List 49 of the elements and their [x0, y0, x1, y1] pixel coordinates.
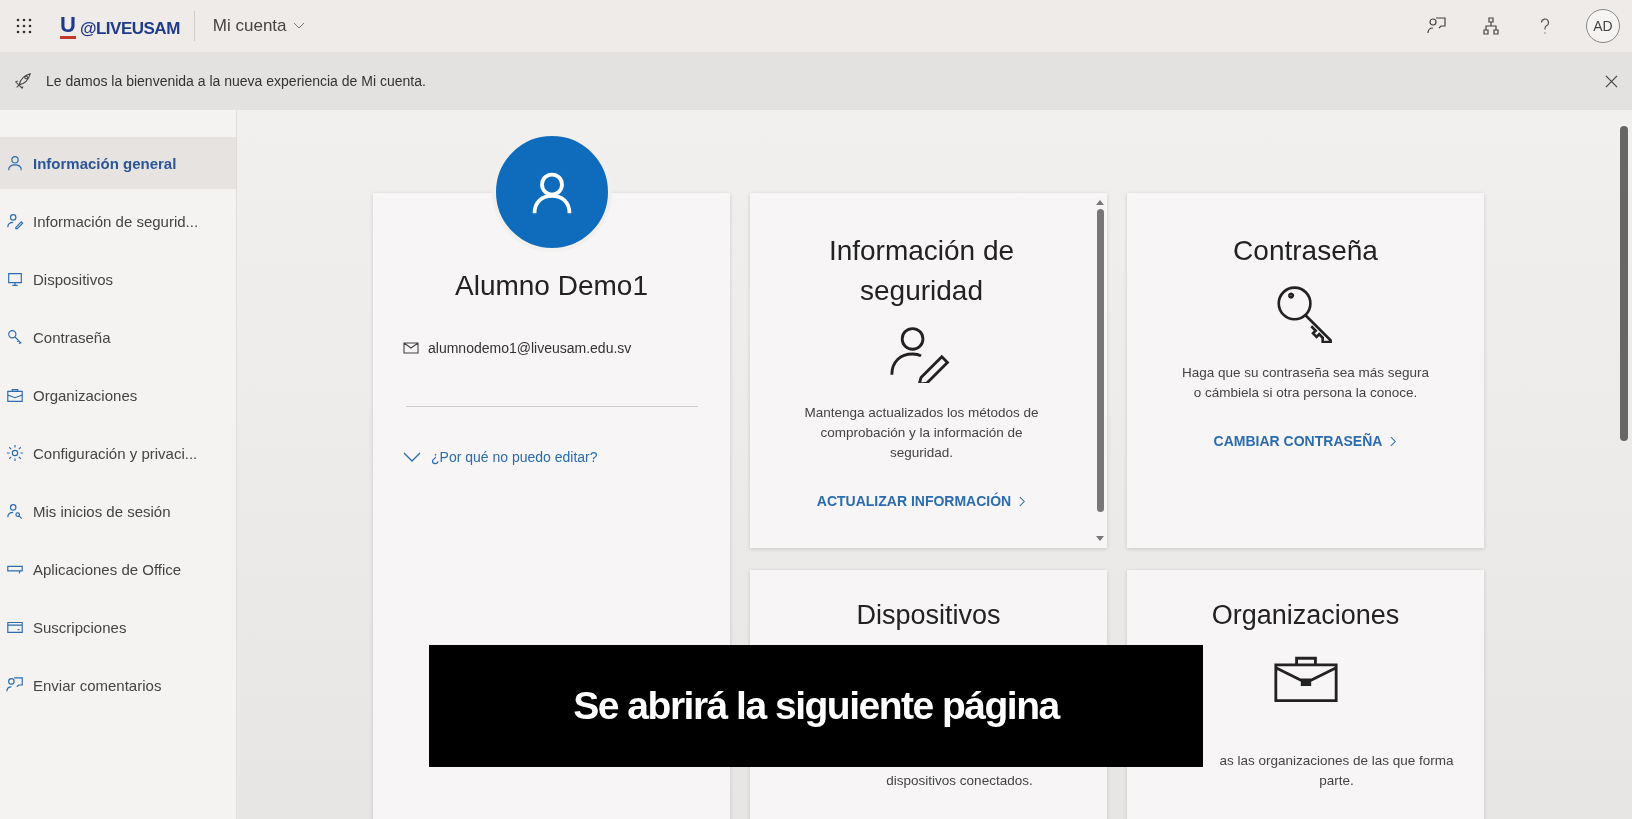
- card-title: Información de seguridad: [827, 234, 1016, 308]
- briefcase-icon: [6, 386, 24, 404]
- help-link[interactable]: ¿Por qué no puedo editar?: [403, 449, 598, 465]
- key-icon: [6, 328, 24, 346]
- banner-message: Le damos la bienvenida a la nueva experiencia de Mi cuenta.: [46, 73, 426, 89]
- chevron-right-icon: [1019, 495, 1027, 507]
- sidebar-item[interactable]: Configuración y privaci...: [0, 427, 236, 479]
- gear-icon: [6, 444, 24, 462]
- card-description: Mantenga actualizados los métodos de comprobación y la información de seguridad.: [803, 404, 1040, 462]
- sidebar-item[interactable]: Información de segurid...: [0, 195, 236, 247]
- sidebar-item[interactable]: Información general: [0, 137, 236, 189]
- chevron-right-icon: [1390, 435, 1398, 447]
- chevron-down-icon: [292, 22, 305, 30]
- page-scrollbar[interactable]: [1620, 126, 1628, 441]
- sidebar-item[interactable]: Aplicaciones de Office: [0, 543, 236, 595]
- card-title: Organizaciones: [1211, 600, 1400, 631]
- scroll-down-icon[interactable]: [1096, 536, 1104, 542]
- profile-name: Alumno Demo1: [455, 270, 648, 302]
- app-launcher-icon[interactable]: [16, 18, 32, 34]
- card-description: Haga que su contraseña sea más segura o cámbiela si otra persona la conoce.: [1181, 364, 1430, 402]
- card-action-link[interactable]: CAMBIAR CONTRASEÑA: [1213, 433, 1398, 449]
- org-chart-icon[interactable]: [1481, 16, 1501, 36]
- account-menu[interactable]: Mi cuenta: [208, 14, 309, 38]
- sidebar-item[interactable]: Dispositivos: [0, 253, 236, 305]
- person-pencil-icon: [6, 212, 24, 230]
- monitor-icon: [6, 270, 24, 288]
- scroll-up-icon[interactable]: [1096, 199, 1104, 205]
- sidebar-item[interactable]: Suscripciones: [0, 601, 236, 653]
- user-avatar[interactable]: AD: [1586, 9, 1620, 43]
- rocket-icon: [14, 72, 32, 90]
- sidebar-item[interactable]: Contraseña: [0, 311, 236, 363]
- video-caption: Se abrirá la siguiente página: [429, 645, 1203, 767]
- card-action-link[interactable]: ACTUALIZAR INFORMACIÓN: [816, 493, 1027, 509]
- close-icon[interactable]: [1605, 74, 1618, 88]
- logo[interactable]: U @LIVEUSAM: [60, 13, 180, 39]
- sidebar-item[interactable]: Mis inicios de sesión: [0, 485, 236, 537]
- card-description: as las organizaciones de las que forma parte.: [1218, 752, 1455, 790]
- sidebar-item[interactable]: Enviar comentarios: [0, 659, 236, 711]
- card-title: Dispositivos: [856, 600, 1001, 631]
- chevron-down-icon: [403, 452, 421, 462]
- card-description: dispositivos conectados.: [885, 772, 1034, 790]
- card-title: Contraseña: [1233, 234, 1378, 268]
- sidebar-item[interactable]: Organizaciones: [0, 369, 236, 421]
- mail-icon: [403, 342, 419, 354]
- person-key-icon: [6, 502, 24, 520]
- person-icon: [6, 154, 24, 172]
- feedback-icon: [6, 676, 24, 694]
- feedback-icon[interactable]: [1427, 16, 1447, 36]
- email-address: alumnodemo1@liveusam.edu.sv: [428, 340, 632, 356]
